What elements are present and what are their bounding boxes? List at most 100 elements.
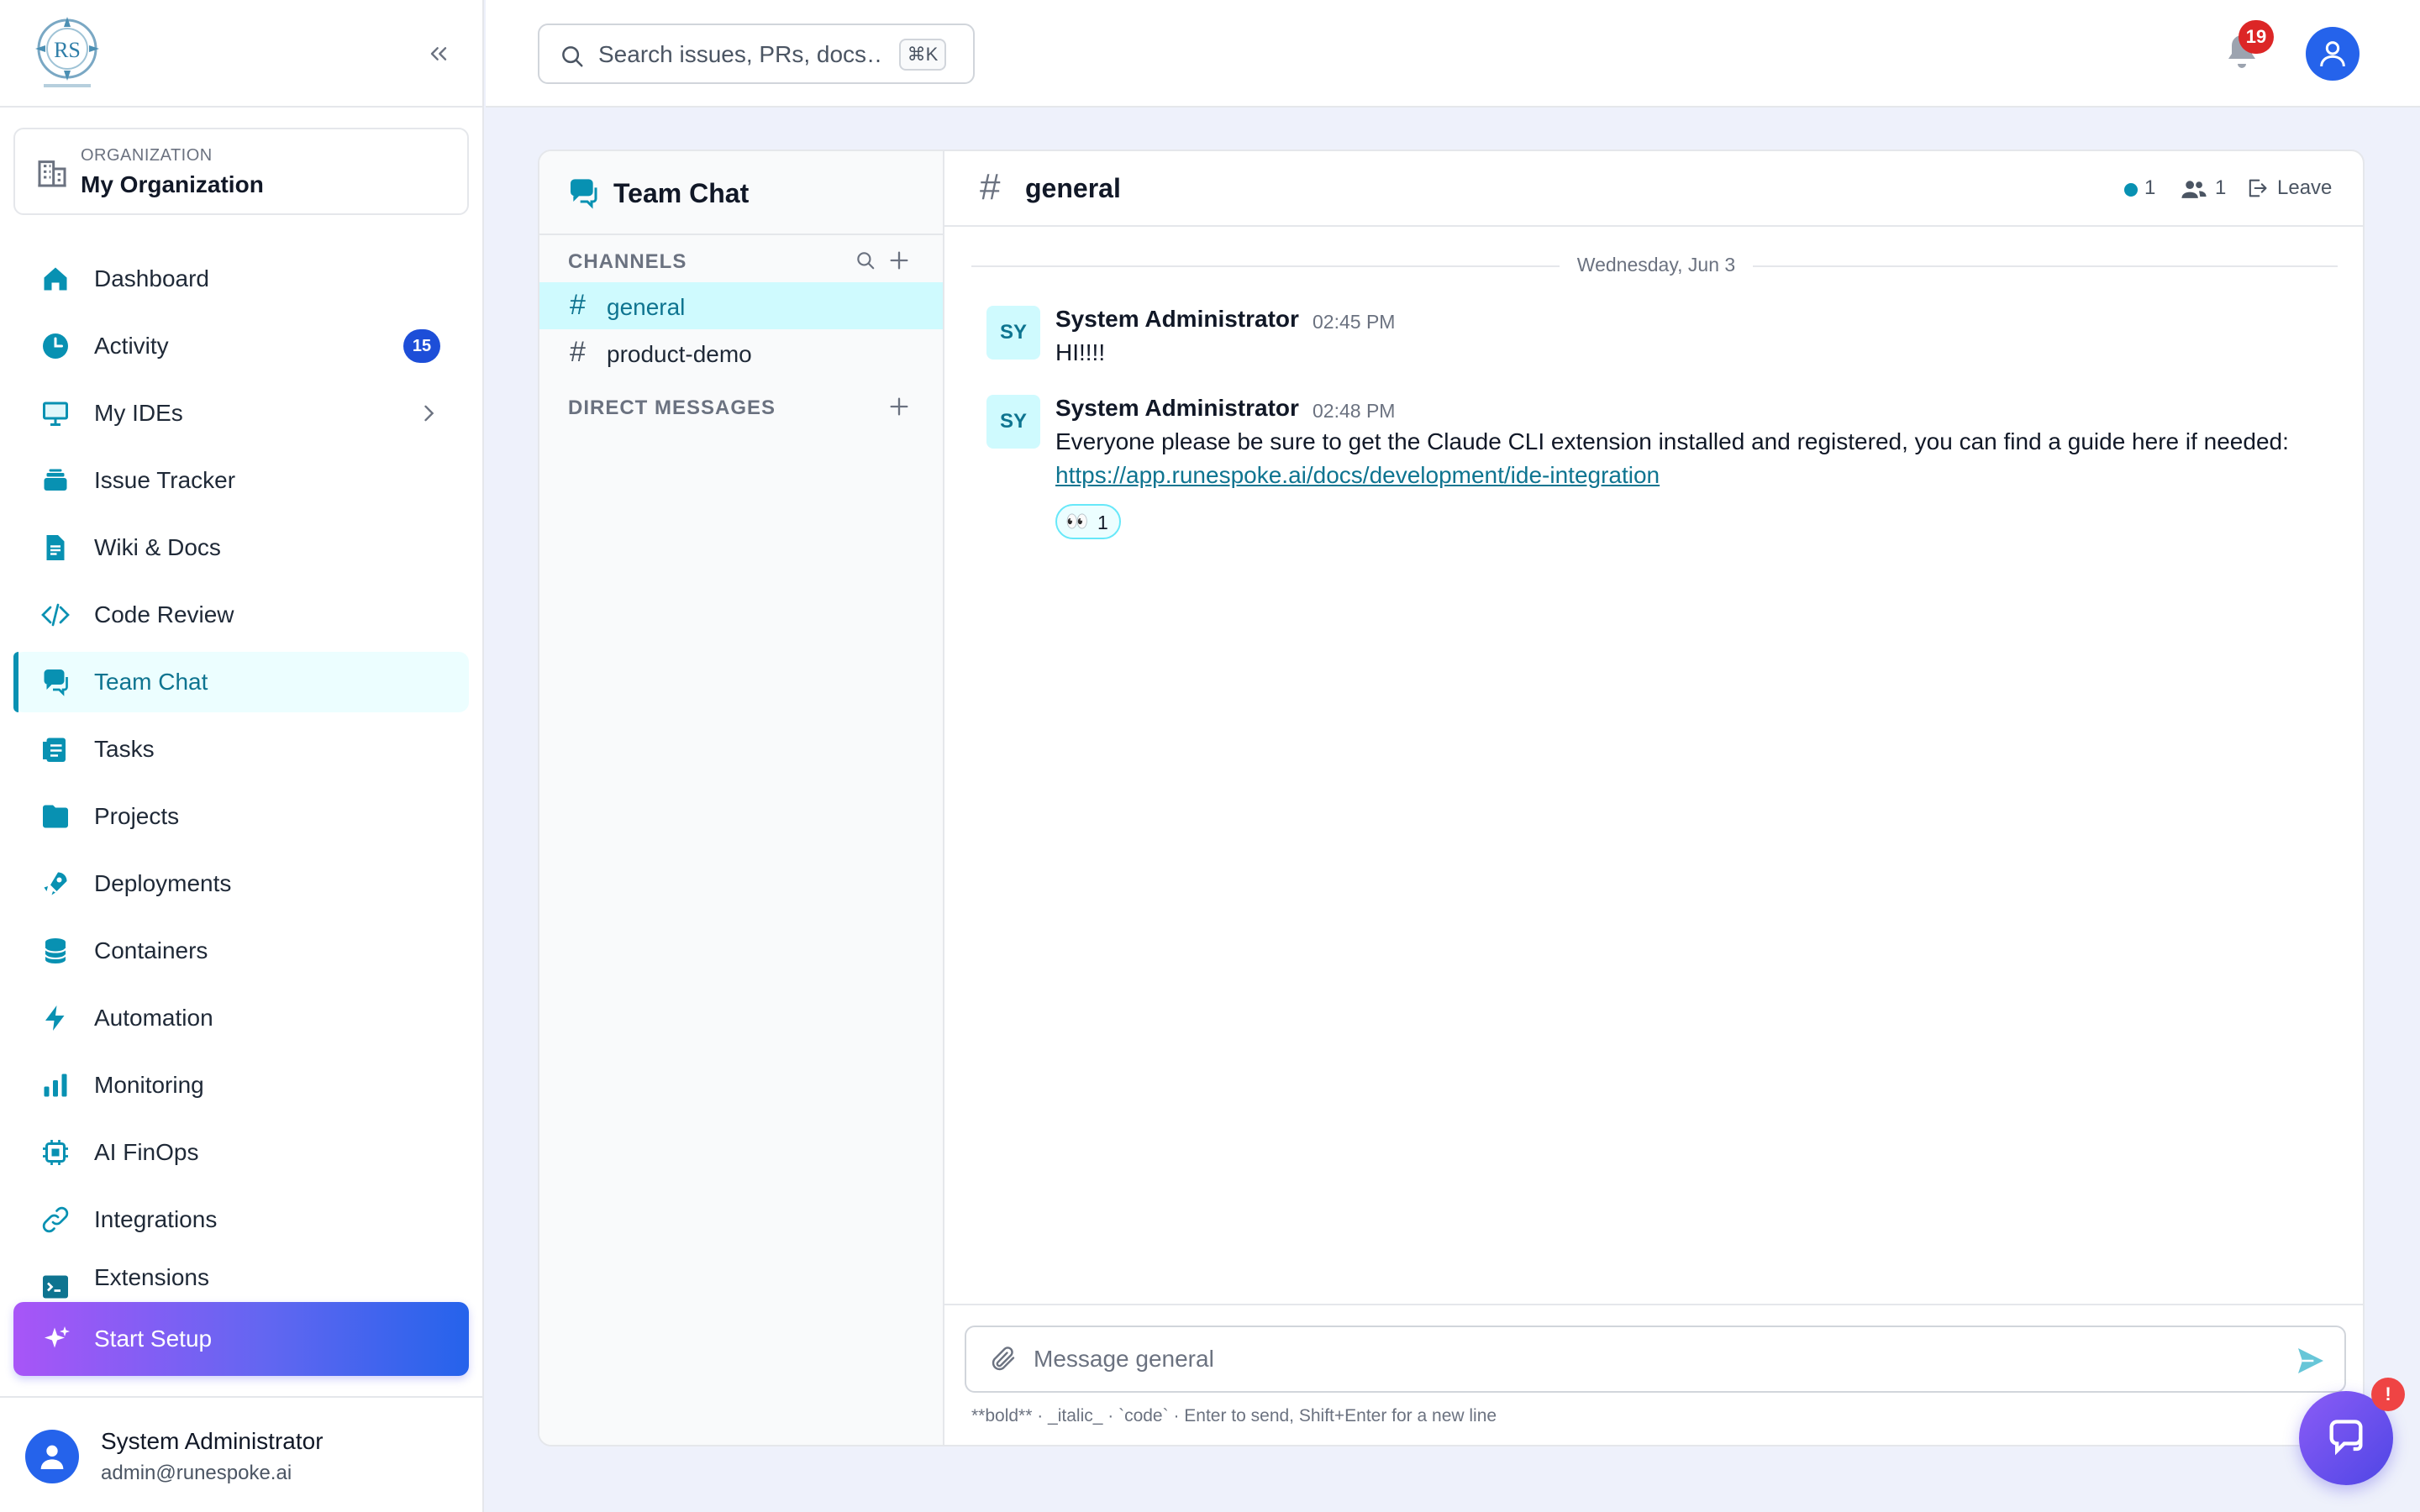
page-title: Team Chat: [613, 178, 750, 208]
user-icon: [2320, 41, 2345, 67]
message-timestamp: 02:48 PM: [1313, 400, 1396, 422]
user-name: System Administrator: [101, 1428, 324, 1454]
nav-projects[interactable]: Projects: [13, 786, 469, 847]
message-text: Everyone please be sure to get the Claud…: [1055, 428, 2289, 454]
avatar[interactable]: SY: [986, 395, 1040, 449]
channel-item-general[interactable]: # general: [539, 282, 943, 329]
search-icon: [562, 46, 583, 67]
direct-messages-section-label: DIRECT MESSAGES: [568, 396, 776, 419]
document-icon: [40, 533, 71, 563]
nav-label: My IDEs: [94, 400, 183, 426]
nav-label: Wiki & Docs: [94, 534, 221, 560]
inbox-stack-icon: [40, 465, 71, 496]
organization-name: My Organization: [81, 171, 264, 197]
organization-label: ORGANIZATION: [81, 146, 213, 165]
nav-label: AI FinOps: [94, 1139, 199, 1165]
add-channel-button[interactable]: [886, 247, 913, 274]
nav-monitoring[interactable]: Monitoring: [13, 1055, 469, 1116]
sparkles-icon: [45, 1326, 70, 1348]
account-menu-button[interactable]: [2306, 27, 2360, 81]
chat-message: SY System Administrator 02:45 PM HI!!!!: [986, 306, 2331, 373]
nav-dashboard[interactable]: Dashboard: [13, 249, 469, 309]
chat-bubbles-icon: [2329, 1420, 2363, 1456]
logout-icon: [2249, 179, 2267, 197]
nav-ai-finops[interactable]: AI FinOps: [13, 1122, 469, 1183]
building-icon: [38, 160, 66, 187]
divider: [1753, 265, 2338, 267]
nav-team-chat[interactable]: Team Chat: [13, 652, 469, 712]
link-icon: [40, 1205, 71, 1235]
topbar: ⌘K 19: [486, 0, 2420, 108]
message-input[interactable]: [1034, 1342, 2260, 1376]
nav-my-ides[interactable]: My IDEs: [13, 383, 469, 444]
message-author[interactable]: System Administrator: [1055, 306, 1299, 333]
channel-title: general: [1025, 173, 1121, 203]
leave-label: Leave: [2277, 176, 2333, 199]
chat-bubbles-icon: [40, 667, 71, 697]
formatting-hint: **bold** · _italic_ · `code` · Enter to …: [971, 1406, 1497, 1425]
current-user[interactable]: System Administrator admin@runespoke.ai: [0, 1396, 484, 1512]
activity-count-badge: 15: [403, 329, 440, 363]
chat-message: SY System Administrator 02:48 PM Everyon…: [986, 395, 2331, 546]
nav-containers[interactable]: Containers: [13, 921, 469, 981]
nav-label: Tasks: [94, 736, 155, 762]
message-author[interactable]: System Administrator: [1055, 395, 1299, 422]
date-separator: Wednesday, Jun 3: [971, 254, 2338, 279]
nav-label: Code Review: [94, 601, 234, 627]
nav-label: Team Chat: [94, 669, 208, 695]
nav-integrations[interactable]: Integrations: [13, 1189, 469, 1250]
nav-activity[interactable]: Activity 15: [13, 316, 469, 376]
member-count: 1: [2215, 176, 2227, 199]
nav-wiki-docs[interactable]: Wiki & Docs: [13, 517, 469, 578]
monitor-icon: [40, 398, 71, 428]
add-direct-message-button[interactable]: [886, 393, 913, 420]
start-setup-button[interactable]: Start Setup: [13, 1302, 469, 1376]
nav-extensions[interactable]: Extensions: [13, 1257, 469, 1299]
chat-bubbles-icon: [571, 179, 597, 209]
nav-code-review[interactable]: Code Review: [13, 585, 469, 645]
message-composer: **bold** · _italic_ · `code` · Enter to …: [944, 1304, 2363, 1445]
eyes-emoji-icon: 👀: [1065, 511, 1089, 532]
divider: [971, 265, 1560, 267]
leave-channel-button[interactable]: Leave: [2245, 171, 2354, 205]
collapse-sidebar-button[interactable]: [420, 37, 457, 71]
start-setup-label: Start Setup: [94, 1326, 213, 1352]
message-link[interactable]: https://app.runespoke.ai/docs/developmen…: [1055, 462, 1660, 489]
global-search[interactable]: ⌘K: [538, 24, 975, 84]
nav-deployments[interactable]: Deployments: [13, 853, 469, 914]
database-icon: [40, 936, 71, 966]
message-composer-box[interactable]: [965, 1326, 2346, 1393]
code-icon: [40, 600, 71, 630]
message-timestamp: 02:45 PM: [1313, 311, 1396, 333]
avatar[interactable]: SY: [986, 306, 1040, 360]
notification-count-badge: 19: [2238, 20, 2274, 54]
reaction-chip[interactable]: 👀 1: [1055, 504, 1121, 539]
sidebar: RS ORGANIZATION My Organization Dashboar…: [0, 0, 484, 1512]
rocket-icon: [40, 869, 71, 899]
paperclip-icon[interactable]: [988, 1344, 1018, 1374]
send-icon[interactable]: [2294, 1344, 2328, 1378]
users-icon[interactable]: [2180, 176, 2208, 202]
search-channels-button[interactable]: [852, 247, 879, 274]
chat-pane-header: Team Chat: [539, 151, 943, 235]
channels-section-label: CHANNELS: [568, 250, 687, 273]
message-text: HI!!!!: [1055, 339, 1106, 365]
svg-text:RS: RS: [54, 38, 81, 62]
nav-tasks[interactable]: Tasks: [13, 719, 469, 780]
nav-issue-tracker[interactable]: Issue Tracker: [13, 450, 469, 511]
organization-switcher[interactable]: ORGANIZATION My Organization: [13, 128, 469, 215]
nav-automation[interactable]: Automation: [13, 988, 469, 1048]
nav-label: Activity: [94, 333, 169, 359]
nav-label: Issue Tracker: [94, 467, 236, 493]
user-email: admin@runespoke.ai: [101, 1462, 292, 1484]
channel-item-product-demo[interactable]: # product-demo: [539, 329, 943, 376]
nav-label: Dashboard: [94, 265, 209, 291]
runespoke-logo[interactable]: RS: [34, 15, 101, 91]
nav-label: Monitoring: [94, 1072, 204, 1098]
nav-label: Containers: [94, 937, 208, 963]
chevron-right-icon[interactable]: [417, 402, 440, 425]
search-input[interactable]: [598, 37, 884, 72]
support-alert-badge: !: [2371, 1378, 2405, 1411]
clock-icon: [40, 331, 71, 361]
reaction-count: 1: [1097, 512, 1108, 533]
